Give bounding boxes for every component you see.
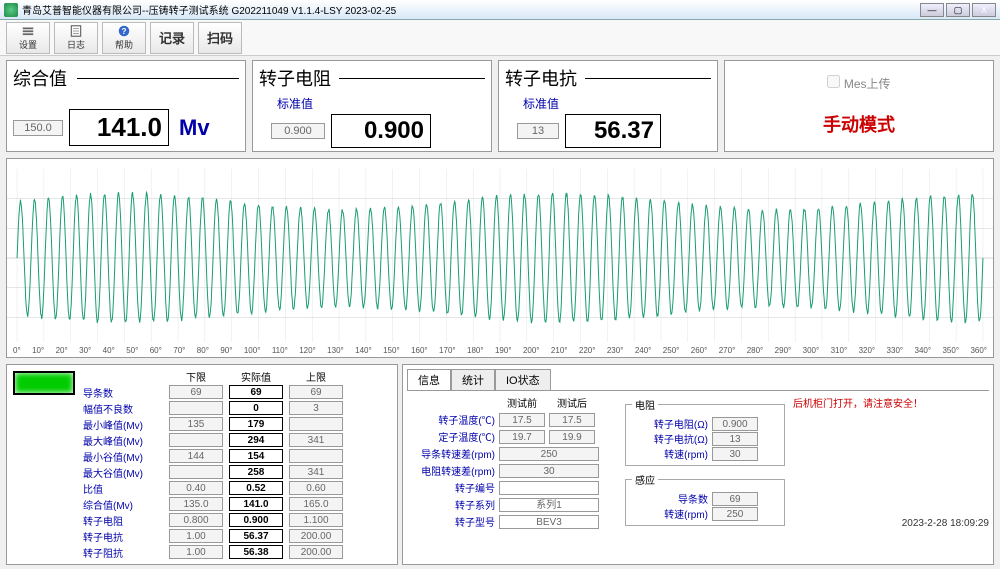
log-button[interactable]: 日志	[54, 22, 98, 54]
svg-text:?: ?	[122, 27, 127, 36]
mes-upload-checkbox[interactable]: Mes上传	[827, 75, 890, 92]
mode-panel: Mes上传 手动模式	[724, 60, 994, 152]
waveform-chart: 0°10°20°30°40°50°60°70°80°90°100°110°120…	[6, 158, 994, 358]
tab-1[interactable]: 统计	[451, 369, 495, 390]
reactance-ref: 13	[517, 123, 559, 139]
induction-group: 感应导条数69转速(rpm)250	[625, 472, 785, 526]
reactance-value: 56.37	[565, 114, 661, 148]
log-icon	[69, 24, 83, 38]
measure-label: 最小谷值(Mv)	[83, 449, 163, 464]
measure-label: 转子电抗	[83, 529, 163, 544]
settings-button[interactable]: 设置	[6, 22, 50, 54]
maximize-button[interactable]: ▢	[946, 3, 970, 17]
close-button[interactable]: X	[972, 3, 996, 17]
tab-2[interactable]: IO状态	[495, 369, 551, 390]
minimize-button[interactable]: —	[920, 3, 944, 17]
app-icon	[4, 3, 18, 17]
measure-label: 最大峰值(Mv)	[83, 433, 163, 448]
composite-ref: 150.0	[13, 120, 63, 136]
composite-value: 141.0	[69, 109, 169, 146]
reactance-panel: 转子电抗 标准值 13 56.37	[498, 60, 718, 152]
record-button[interactable]: 记录	[150, 22, 194, 54]
warning-text: 后机柜门打开，请注意安全！	[793, 395, 989, 410]
help-button[interactable]: ? 帮助	[102, 22, 146, 54]
reactance-sublabel: 标准值	[523, 95, 711, 112]
status-led	[13, 371, 75, 395]
resistance-group: 电阻转子电阻(Ω)0.900转子电抗(Ω)13转速(rpm)30	[625, 397, 785, 466]
measure-label: 比值	[83, 481, 163, 496]
settings-icon	[21, 24, 35, 38]
measure-label: 幅值不良数	[83, 401, 163, 416]
resistance-ref: 0.900	[271, 123, 325, 139]
scan-button[interactable]: 扫码	[198, 22, 242, 54]
timestamp: 2023-2-28 18:09:29	[793, 518, 989, 529]
composite-unit: Mv	[179, 115, 210, 141]
titlebar: 青岛艾普智能仪器有限公司--压铸转子测试系统 G202211049 V1.1.4…	[0, 0, 1000, 20]
resistance-value: 0.900	[331, 114, 431, 148]
resistance-sublabel: 标准值	[277, 95, 485, 112]
help-icon: ?	[117, 24, 131, 38]
measure-label: 导条数	[83, 385, 163, 400]
tab-0[interactable]: 信息	[407, 369, 451, 390]
measure-panel: 下限实际值上限导条数696969幅值不良数03最小峰值(Mv)135179最大峰…	[6, 364, 398, 565]
measure-label: 最大谷值(Mv)	[83, 465, 163, 480]
measure-label: 转子阻抗	[83, 545, 163, 560]
resistance-panel: 转子电阻 标准值 0.900 0.900	[252, 60, 492, 152]
composite-panel: 综合值 150.0 141.0 Mv	[6, 60, 246, 152]
measure-table: 下限实际值上限导条数696969幅值不良数03最小峰值(Mv)135179最大峰…	[83, 369, 343, 560]
window-title: 青岛艾普智能仪器有限公司--压铸转子测试系统 G202211049 V1.1.4…	[22, 2, 396, 17]
measure-label: 转子电阻	[83, 513, 163, 528]
measure-label: 综合值(Mv)	[83, 497, 163, 512]
toolbar: 设置 日志 ? 帮助 记录 扫码	[0, 20, 1000, 56]
tabs: 信息统计IO状态	[407, 369, 989, 391]
info-panel: 信息统计IO状态 测试前测试后转子温度(℃)17.517.5定子温度(℃)19.…	[402, 364, 994, 565]
measure-label: 最小峰值(Mv)	[83, 417, 163, 432]
mode-text: 手动模式	[823, 111, 895, 137]
chart-x-axis: 0°10°20°30°40°50°60°70°80°90°100°110°120…	[7, 346, 993, 355]
